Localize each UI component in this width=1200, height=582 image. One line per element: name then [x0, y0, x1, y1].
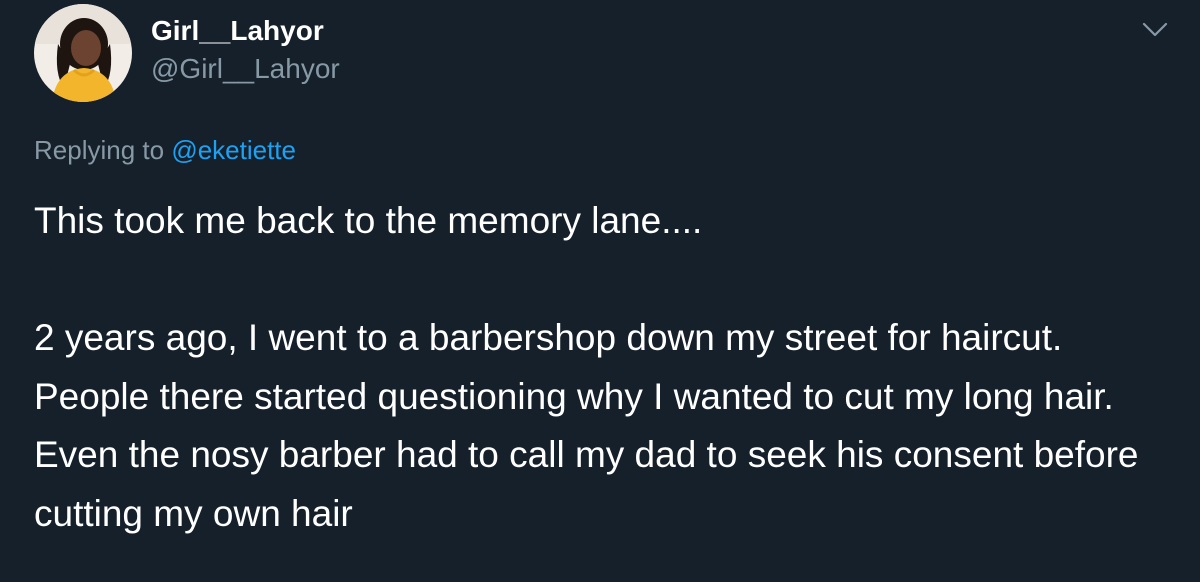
tweet-text: This took me back to the memory lane....…: [34, 192, 1174, 543]
tweet-paragraph: 2 years ago, I went to a barbershop down…: [34, 317, 1139, 534]
reply-mention-link[interactable]: @eketiette: [171, 135, 296, 165]
display-name[interactable]: Girl__Lahyor: [151, 14, 324, 48]
avatar[interactable]: [34, 4, 132, 102]
reply-prefix: Replying to: [34, 135, 165, 165]
user-handle[interactable]: @Girl__Lahyor: [151, 52, 340, 86]
chevron-down-icon[interactable]: [1140, 18, 1170, 40]
tweet-paragraph: This took me back to the memory lane....: [34, 200, 703, 241]
reply-context: Replying to @eketiette: [34, 134, 296, 166]
